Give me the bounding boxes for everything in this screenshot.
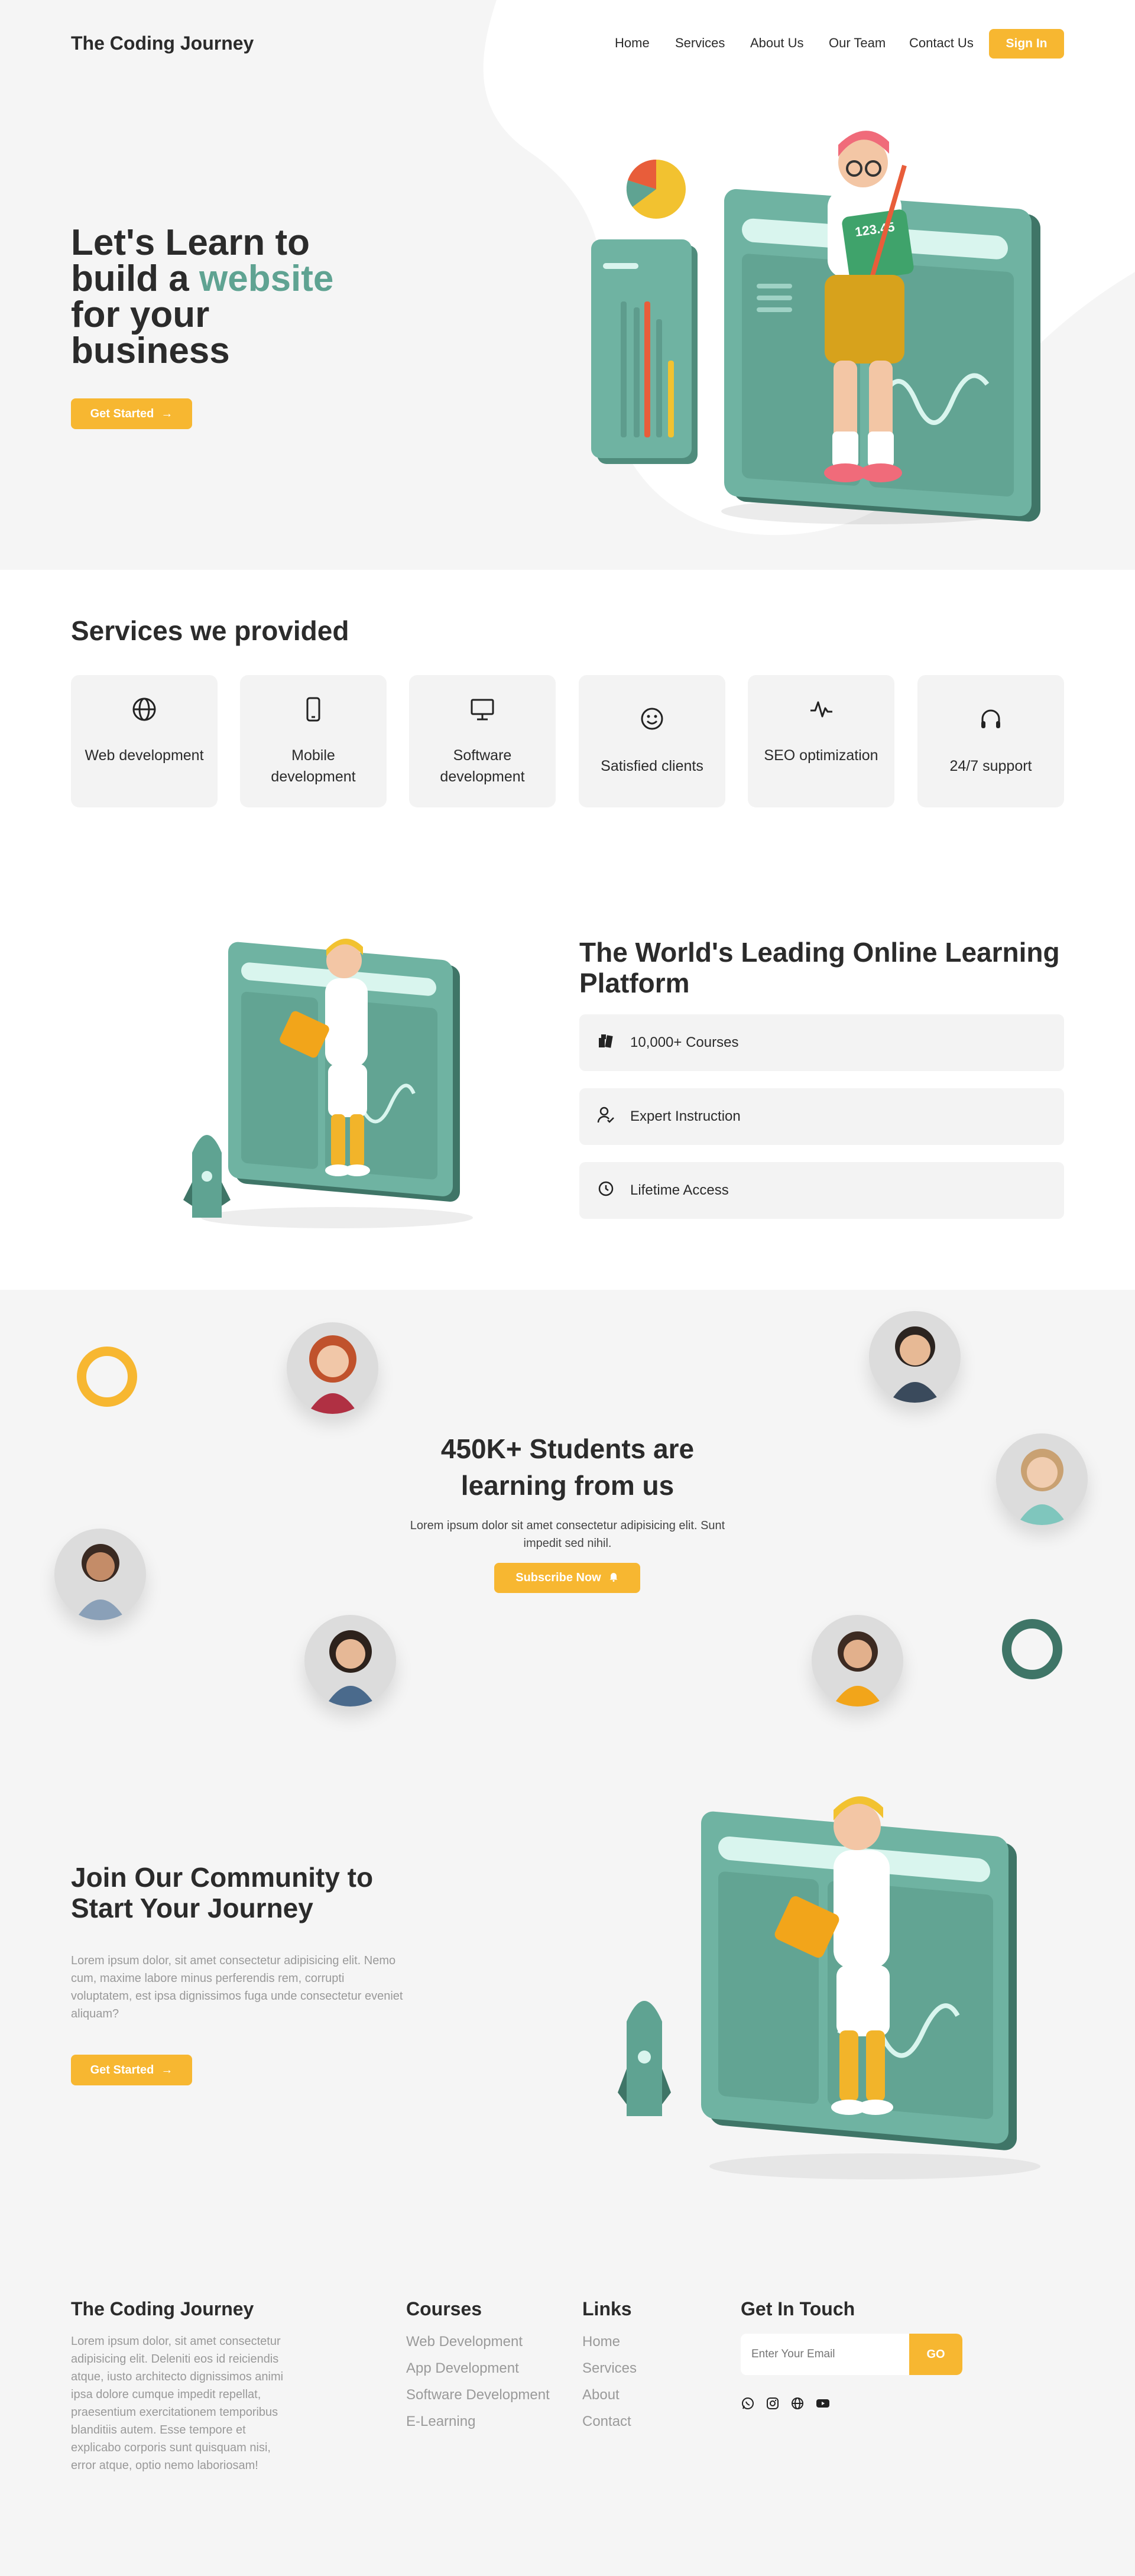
social-links xyxy=(741,2396,831,2413)
footer-about: Lorem ipsum dolor, sit amet consectetur … xyxy=(71,2335,284,2472)
hero-title-line1: Let's Learn to xyxy=(71,222,310,263)
subscribe-button[interactable]: Subscribe Now xyxy=(494,1563,640,1593)
nav-team[interactable]: Our Team xyxy=(829,35,886,51)
hero-title-line2: build a xyxy=(71,258,199,299)
email-input[interactable] xyxy=(741,2334,909,2375)
footer-brand: The Coding Journey xyxy=(71,2298,254,2319)
students-text: Lorem ipsum dolor sit amet consectetur a… xyxy=(410,1519,725,1550)
hero-title: Let's Learn to build a website for your … xyxy=(71,225,333,369)
hero-title-line3: for your xyxy=(71,294,210,335)
service-card-seo[interactable]: SEO optimization xyxy=(748,675,894,807)
subscribe-label: Subscribe Now xyxy=(515,1571,601,1584)
footer-courses-heading: Courses xyxy=(406,2298,482,2319)
feature-access: Lifetime Access xyxy=(579,1162,1064,1219)
footer-course-link[interactable]: App Development xyxy=(406,2360,519,2377)
student-avatar xyxy=(287,1322,378,1414)
community-heading: Join Our Community to Start Your Journey xyxy=(71,1862,374,1923)
footer-link-contact[interactable]: Contact xyxy=(582,2413,631,2430)
user-check-icon xyxy=(597,1106,615,1128)
nav-home[interactable]: Home xyxy=(615,35,650,51)
footer-course-link[interactable]: Software Development xyxy=(406,2387,550,2403)
smile-icon xyxy=(579,706,725,733)
footer: The Coding Journey Lorem ipsum dolor, si… xyxy=(0,2280,1135,2576)
student-avatar xyxy=(304,1615,396,1706)
brand-logo[interactable]: The Coding Journey xyxy=(71,33,254,54)
student-avatar xyxy=(996,1433,1088,1525)
ring-yellow-decoration xyxy=(77,1347,137,1407)
arrow-right-icon: → xyxy=(161,2063,173,2077)
platform-illustration xyxy=(183,938,473,1228)
books-icon xyxy=(597,1032,615,1054)
nav-about[interactable]: About Us xyxy=(750,35,804,51)
arrow-right-icon: → xyxy=(161,407,173,420)
feature-label: Lifetime Access xyxy=(630,1182,729,1198)
monitor-icon xyxy=(409,696,556,724)
sign-in-button[interactable]: Sign In xyxy=(989,29,1064,59)
service-label: Software development xyxy=(440,747,525,785)
service-label: 24/7 support xyxy=(949,758,1032,774)
headphones-icon xyxy=(917,706,1064,733)
footer-link-services[interactable]: Services xyxy=(582,2360,637,2377)
globe-icon[interactable] xyxy=(790,2396,805,2413)
student-avatar xyxy=(54,1529,146,1620)
hero-illustration: 123.45 xyxy=(591,131,1040,524)
instagram-icon[interactable] xyxy=(766,2396,780,2413)
community-cta-label: Get Started xyxy=(90,2063,154,2077)
hero-cta-label: Get Started xyxy=(90,407,154,420)
clock-icon xyxy=(597,1180,615,1202)
hero-section: The Coding Journey Home Services About U… xyxy=(0,0,1135,570)
pulse-icon xyxy=(748,696,894,724)
students-heading: 450K+ Students are learning from us xyxy=(440,1433,695,1501)
feature-courses: 10,000+ Courses xyxy=(579,1014,1064,1071)
footer-links-heading: Links xyxy=(582,2298,632,2319)
service-label: SEO optimization xyxy=(764,747,878,764)
service-card-support[interactable]: 24/7 support xyxy=(917,675,1064,807)
newsletter-form: GO xyxy=(741,2334,962,2375)
whatsapp-icon[interactable] xyxy=(741,2396,755,2413)
community-get-started-button[interactable]: Get Started → xyxy=(71,2055,192,2085)
feature-label: 10,000+ Courses xyxy=(630,1034,739,1050)
globe-icon xyxy=(71,696,218,724)
student-avatar xyxy=(869,1311,961,1403)
student-avatar xyxy=(812,1615,903,1706)
footer-link-about[interactable]: About xyxy=(582,2387,620,2403)
platform-heading: The World's Leading Online Learning Plat… xyxy=(579,937,1060,998)
ring-teal-decoration xyxy=(1002,1619,1062,1679)
service-card-mobile[interactable]: Mobile development xyxy=(240,675,387,807)
hero-get-started-button[interactable]: Get Started → xyxy=(71,398,192,429)
nav-contact[interactable]: Contact Us xyxy=(909,35,974,51)
footer-contact-heading: Get In Touch xyxy=(741,2298,855,2319)
feature-instruction: Expert Instruction xyxy=(579,1088,1064,1145)
service-card-web[interactable]: Web development xyxy=(71,675,218,807)
hero-title-line4: business xyxy=(71,330,230,371)
hero-title-highlight: website xyxy=(199,258,334,299)
service-label: Web development xyxy=(85,747,204,764)
services-heading: Services we provided xyxy=(71,615,349,646)
service-card-clients[interactable]: Satisfied clients xyxy=(579,675,725,807)
bell-icon xyxy=(608,1571,619,1585)
community-text: Lorem ipsum dolor, sit amet consectetur … xyxy=(71,1954,403,2020)
footer-course-link[interactable]: Web Development xyxy=(406,2334,523,2350)
footer-link-home[interactable]: Home xyxy=(582,2334,620,2350)
service-label: Mobile development xyxy=(271,747,356,785)
youtube-icon[interactable] xyxy=(815,2396,831,2413)
footer-course-link[interactable]: E-Learning xyxy=(406,2413,475,2430)
service-label: Satisfied clients xyxy=(601,758,703,774)
mobile-icon xyxy=(240,696,387,724)
go-button[interactable]: GO xyxy=(909,2334,962,2375)
service-card-software[interactable]: Software development xyxy=(409,675,556,807)
feature-label: Expert Instruction xyxy=(630,1108,741,1124)
community-illustration xyxy=(618,1796,1040,2179)
nav-services[interactable]: Services xyxy=(675,35,725,51)
